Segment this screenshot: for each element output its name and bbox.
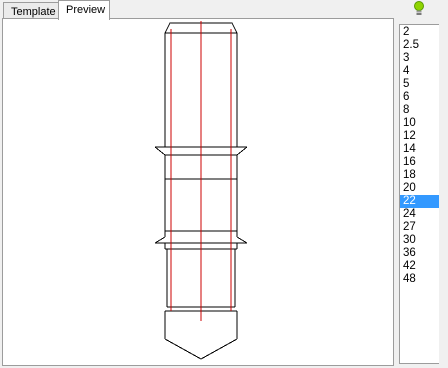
size-list-item[interactable]: 16 <box>400 156 439 169</box>
lightbulb-icon[interactable] <box>413 0 425 18</box>
size-list-item[interactable]: 48 <box>400 273 439 286</box>
tab-preview[interactable]: Preview <box>58 0 110 20</box>
stud-drawing <box>154 21 248 360</box>
size-list-item[interactable]: 12 <box>400 130 439 143</box>
size-list-item[interactable]: 2.5 <box>400 39 439 52</box>
size-list-item[interactable]: 18 <box>400 169 439 182</box>
size-list-item[interactable]: 42 <box>400 260 439 273</box>
size-list-item[interactable]: 30 <box>400 234 439 247</box>
size-list[interactable]: 2 2.5 3 4 5 6 8 10 12 14 16 18 20 22 24 27 30 36 42 48 <box>399 24 439 364</box>
size-list-item[interactable]: 2 <box>400 26 439 39</box>
size-list-item[interactable]: 27 <box>400 221 439 234</box>
size-list-item[interactable]: 6 <box>400 91 439 104</box>
size-list-item[interactable]: 20 <box>400 182 439 195</box>
size-list-item[interactable]: 3 <box>400 52 439 65</box>
size-list-item[interactable]: 14 <box>400 143 439 156</box>
size-list-item[interactable]: 24 <box>400 208 439 221</box>
size-list-item[interactable]: 22 <box>400 195 439 208</box>
size-list-item[interactable]: 36 <box>400 247 439 260</box>
size-list-item[interactable]: 10 <box>400 117 439 130</box>
preview-panel <box>2 18 394 366</box>
size-list-item[interactable]: 5 <box>400 78 439 91</box>
size-list-item[interactable]: 8 <box>400 104 439 117</box>
size-list-item[interactable]: 4 <box>400 65 439 78</box>
